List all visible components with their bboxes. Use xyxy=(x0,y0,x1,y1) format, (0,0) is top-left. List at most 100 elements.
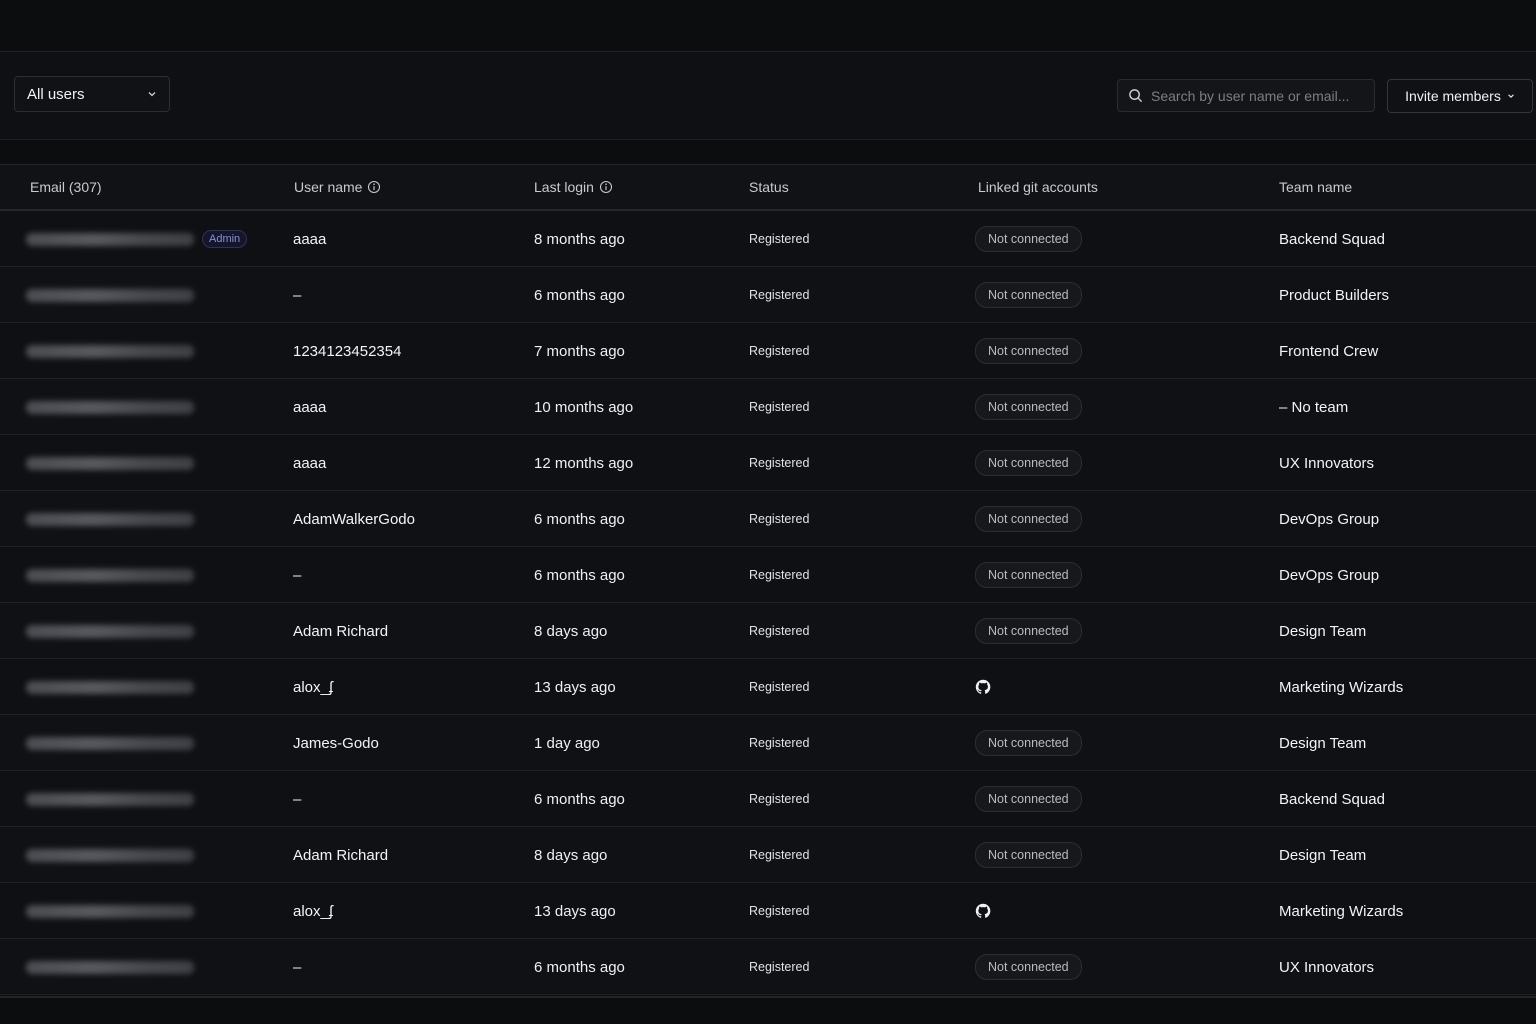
email-cell xyxy=(26,827,194,883)
linked-git-cell: Not connected xyxy=(975,211,1082,267)
team-name-cell: DevOps Group xyxy=(1279,566,1380,584)
linked-git-cell xyxy=(975,659,991,715)
table-row[interactable]: – 6 months ago Registered Not connected DevO… xyxy=(0,547,1536,603)
table-row[interactable]: alox_ʄ 13 days ago Registered Marketing Wiz… xyxy=(0,659,1536,715)
team-name-cell: Backend Squad xyxy=(1279,230,1385,248)
git-status-pill: Not connected xyxy=(975,506,1082,532)
git-status-pill: Not connected xyxy=(975,730,1082,756)
git-status-pill: Not connected xyxy=(975,786,1082,812)
invite-members-button[interactable]: Invite members xyxy=(1387,79,1533,113)
team-name-cell: DevOps Group xyxy=(1279,510,1380,528)
table-row[interactable]: Admin aaaa 8 months ago Registered Not conne… xyxy=(0,211,1536,267)
linked-git-cell: Not connected xyxy=(975,435,1082,491)
team-name-cell: – No team xyxy=(1279,398,1349,416)
table-row[interactable]: aaaa 10 months ago Registered Not connected… xyxy=(0,379,1536,435)
team-name-cell: UX Innovators xyxy=(1279,454,1375,472)
linked-git-cell: Not connected xyxy=(975,491,1082,547)
header-user-name[interactable]: User name xyxy=(294,179,381,195)
table-row[interactable]: Adam Richard 8 days ago Registered Not conn… xyxy=(0,603,1536,659)
last-login-cell: 10 months ago xyxy=(534,398,634,416)
user-name-cell: alox_ʄ xyxy=(293,902,333,920)
user-name-cell: – xyxy=(293,790,302,808)
linked-git-cell: Not connected xyxy=(975,939,1082,995)
table-row[interactable]: aaaa 12 months ago Registered Not connected… xyxy=(0,435,1536,491)
user-name-cell: – xyxy=(293,566,302,584)
info-icon[interactable] xyxy=(367,180,381,194)
git-status-pill: Not connected xyxy=(975,282,1082,308)
user-filter-select[interactable]: All users xyxy=(14,76,170,112)
top-bar xyxy=(0,0,1536,52)
chevron-down-icon xyxy=(1508,94,1514,98)
table-row[interactable]: – 6 months ago Registered Not connected UX I… xyxy=(0,939,1536,995)
status-cell: Registered xyxy=(749,512,810,526)
table-row[interactable]: – 6 months ago Registered Not connected Back… xyxy=(0,771,1536,827)
email-cell xyxy=(26,771,194,827)
last-login-cell: 1 day ago xyxy=(534,734,600,752)
user-name-cell: AdamWalkerGodo xyxy=(293,510,415,528)
team-name-cell: Design Team xyxy=(1279,734,1367,752)
status-cell: Registered xyxy=(749,288,810,302)
status-cell: Registered xyxy=(749,344,810,358)
email-cell: Admin xyxy=(26,211,248,267)
last-login-cell: 8 days ago xyxy=(534,622,608,640)
header-email[interactable]: Email (307) xyxy=(30,179,102,195)
table-row[interactable]: AdamWalkerGodo 6 months ago Registered Not … xyxy=(0,491,1536,547)
table-row[interactable]: Adam Richard 8 days ago Registered Not conn… xyxy=(0,827,1536,883)
user-name-cell: aaaa xyxy=(293,398,327,416)
header-status[interactable]: Status xyxy=(749,179,789,195)
search-input[interactable] xyxy=(1151,87,1364,104)
user-name-cell: aaaa xyxy=(293,230,327,248)
linked-git-cell: Not connected xyxy=(975,771,1082,827)
git-status-pill: Not connected xyxy=(975,338,1082,364)
search-icon xyxy=(1129,89,1143,103)
linked-git-cell: Not connected xyxy=(975,323,1082,379)
user-name-cell: 1234123452354 xyxy=(293,342,402,360)
team-name-cell: Design Team xyxy=(1279,846,1367,864)
user-name-cell: – xyxy=(293,286,302,304)
info-icon[interactable] xyxy=(599,180,613,194)
header-linked-git-label: Linked git accounts xyxy=(978,179,1098,195)
team-name-cell: Product Builders xyxy=(1279,286,1390,304)
status-cell: Registered xyxy=(749,904,810,918)
linked-git-cell xyxy=(975,883,991,939)
linked-git-cell: Not connected xyxy=(975,603,1082,659)
spacer-band xyxy=(0,140,1536,165)
blurred-email xyxy=(26,288,194,302)
blurred-email xyxy=(26,736,194,750)
table-row[interactable]: – 6 months ago Registered Not connected Prod… xyxy=(0,267,1536,323)
email-cell xyxy=(26,603,194,659)
last-login-cell: 13 days ago xyxy=(534,902,616,920)
header-team-name[interactable]: Team name xyxy=(1279,179,1352,195)
status-cell: Registered xyxy=(749,960,810,974)
git-status-pill: Not connected xyxy=(975,618,1082,644)
search-box[interactable] xyxy=(1117,79,1375,112)
last-login-cell: 7 months ago xyxy=(534,342,625,360)
blurred-email xyxy=(26,624,194,638)
header-linked-git[interactable]: Linked git accounts xyxy=(978,179,1098,195)
team-name-cell: Marketing Wizards xyxy=(1279,902,1404,920)
table-row[interactable]: alox_ʄ 13 days ago Registered Marketing Wiz… xyxy=(0,883,1536,939)
header-team-name-label: Team name xyxy=(1279,179,1353,195)
status-cell: Registered xyxy=(749,568,810,582)
admin-badge: Admin xyxy=(202,230,248,248)
user-name-cell: Adam Richard xyxy=(293,622,389,640)
status-cell: Registered xyxy=(749,848,810,862)
header-last-login[interactable]: Last login xyxy=(534,179,613,195)
header-user-name-label: User name xyxy=(294,179,363,195)
blurred-email xyxy=(26,512,194,526)
team-name-cell: Backend Squad xyxy=(1279,790,1385,808)
email-cell xyxy=(26,491,194,547)
email-cell xyxy=(26,715,194,771)
last-login-cell: 13 days ago xyxy=(534,678,616,696)
email-cell xyxy=(26,267,194,323)
linked-git-cell: Not connected xyxy=(975,267,1082,323)
table-row[interactable]: James-Godo 1 day ago Registered Not connect… xyxy=(0,715,1536,771)
github-icon xyxy=(975,903,991,918)
table-row[interactable]: 1234123452354 7 months ago Registered Not c… xyxy=(0,323,1536,379)
user-name-cell: alox_ʄ xyxy=(293,678,333,696)
team-name-cell: UX Innovators xyxy=(1279,958,1375,976)
last-login-cell: 6 months ago xyxy=(534,286,625,304)
status-cell: Registered xyxy=(749,792,810,806)
table-header: Email (307) User name Last login Status … xyxy=(0,165,1536,211)
user-filter-label: All users xyxy=(27,85,85,103)
